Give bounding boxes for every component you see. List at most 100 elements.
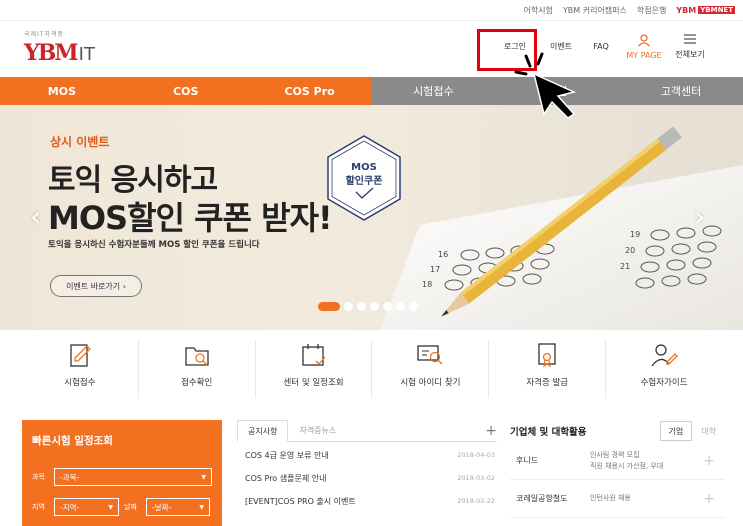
coupon-line2: 할인쿠폰 [346, 174, 383, 187]
mypage-label: MY PAGE [626, 50, 662, 60]
notice-item[interactable]: [EVENT]COS PRO 출시 이벤트 2018-02-22 [237, 491, 497, 511]
region-select-value: -지역- [60, 502, 80, 512]
mypage-link[interactable]: MY PAGE [621, 27, 667, 65]
notice-date: 2018-03-02 [457, 474, 495, 482]
banner-headline-rest: 할인 쿠폰 받자! [127, 199, 333, 237]
quick-label: 수험자가이드 [640, 378, 688, 388]
top-link-language-test[interactable]: 어학시험 [523, 5, 552, 16]
ybm-it-logo[interactable]: 국제IT자격증 YBM IT [24, 29, 104, 69]
banner-dot[interactable] [396, 302, 405, 311]
corp-header: 기업체 및 대학활용 기업 대학 [510, 420, 725, 442]
top-link-credit-bank[interactable]: 학점은행 [637, 5, 666, 16]
region-label: 지역 [32, 503, 45, 511]
quick-label: 자격증 발급 [526, 378, 569, 388]
banner-description: 토익을 응시하신 수험자분들께 MOS 할인 쿠폰을 드립니다 [48, 240, 260, 250]
site-header: 국제IT자격증 YBM IT 로그인 이벤트 FAQ MY PAGE 전체보기 [0, 20, 743, 72]
subject-label: 과목 [32, 473, 45, 481]
chevron-down-icon: ▼ [199, 503, 204, 511]
notice-title: COS 4급 운영 보류 안내 [245, 450, 329, 460]
top-link-career-campus[interactable]: YBM 커리어캠퍼스 [563, 5, 627, 16]
nav-mos[interactable]: MOS [0, 77, 124, 105]
event-shortcut-button[interactable]: 이벤트 바로가기 › [50, 275, 142, 297]
answer-number-21: 21 [620, 262, 630, 271]
notice-title: COS Pro 샘플문제 안내 [245, 473, 327, 483]
banner-dot[interactable] [344, 302, 353, 311]
folder-search-icon [185, 347, 209, 366]
notice-item[interactable]: COS 4급 운영 보류 안내 2018-04-03 [237, 445, 497, 465]
logo-subtitle: 국제IT자격증 [24, 31, 65, 38]
notice-more-plus-icon[interactable]: + [485, 423, 497, 439]
plus-icon: + [703, 490, 715, 507]
tab-university[interactable]: 대학 [692, 421, 725, 441]
quick-certificate-issue[interactable]: 자격증 발급 [489, 340, 607, 398]
quick-exam-registration[interactable]: 시험접수 [22, 340, 139, 398]
subject-select[interactable]: -과목- ▼ [54, 468, 212, 486]
quick-menu: 시험접수 접수확인 센터 및 일정조회 시험 아이디 찾기 자격증 발급 수험자… [22, 334, 722, 402]
all-menu-button[interactable]: 전체보기 [667, 27, 713, 65]
notice-tabs: 공지사항 자격증뉴스 + [237, 420, 497, 442]
answer-number-18: 18 [422, 280, 432, 289]
banner-next-arrow[interactable]: › [694, 200, 705, 233]
date-select[interactable]: -날짜- ▼ [146, 498, 210, 516]
quick-schedule-panel: 빠른시험 일정조회 과목 -과목- ▼ 지역 -지역- ▼ 날짜 -날짜- ▼ [22, 420, 222, 526]
logo-ybm: YBM [24, 40, 79, 66]
answer-number-19: 19 [630, 230, 640, 239]
quick-center-schedule[interactable]: 센터 및 일정조회 [256, 340, 373, 398]
quick-label: 센터 및 일정조회 [283, 378, 344, 388]
coupon-line1: MOS [351, 162, 377, 173]
certificate-icon [538, 343, 556, 368]
corp-desc: 인사팀 경력 모집 직원 채용시 가산점, 우대 [590, 450, 663, 472]
nav-cos-pro[interactable]: COS Pro [247, 77, 372, 105]
subject-select-value: -과목- [60, 472, 80, 482]
banner-prev-arrow[interactable]: ‹ [30, 200, 41, 233]
notice-title: [EVENT]COS PRO 출시 이벤트 [245, 496, 356, 506]
date-label: 날짜 [124, 503, 137, 511]
banner-dot[interactable] [357, 302, 366, 311]
ybmnet-link[interactable]: YBM YBMNET [676, 6, 735, 15]
nav-customer-center[interactable]: 고객센터 [619, 77, 743, 105]
banner-dot[interactable] [409, 302, 418, 311]
quick-label: 시험접수 [64, 378, 96, 388]
chevron-down-icon: ▼ [108, 503, 113, 511]
banner-headline-2: MOS할인 쿠폰 받자! [48, 193, 333, 239]
guide-user-icon [651, 344, 678, 367]
banner-badge: 상시 이벤트 [50, 135, 110, 149]
all-menu-label: 전체보기 [675, 49, 705, 59]
region-select[interactable]: -지역- ▼ [54, 498, 119, 516]
corp-desc-line2: 직원 채용시 가산점, 우대 [590, 461, 664, 470]
corp-row[interactable]: 후니드 인사팀 경력 모집 직원 채용시 가산점, 우대 + [510, 442, 725, 480]
tab-company[interactable]: 기업 [659, 421, 693, 441]
chevron-down-icon: ▼ [201, 473, 206, 481]
id-search-icon [417, 345, 443, 365]
user-icon [638, 33, 650, 46]
tab-cert-news[interactable]: 자격증뉴스 [288, 420, 347, 442]
mouse-cursor-icon [514, 52, 577, 119]
notice-item[interactable]: COS Pro 샘플문제 안내 2018-03-02 [237, 468, 497, 488]
answer-number-16: 16 [438, 250, 448, 259]
ybmnet-label: YBMNET [698, 6, 735, 14]
banner-dot[interactable] [318, 302, 340, 311]
logo-mark: YBM IT [24, 42, 104, 64]
notice-panel: 공지사항 자격증뉴스 + COS 4급 운영 보류 안내 2018-04-03 C… [237, 420, 497, 526]
hamburger-icon [684, 33, 696, 44]
corp-desc-line1: 인턴사원 채용 [590, 494, 631, 502]
tab-notice[interactable]: 공지사항 [237, 420, 289, 442]
quick-registration-check[interactable]: 접수확인 [139, 340, 256, 398]
corp-row[interactable]: 코레일공항철도 인턴사원 채용 + [510, 480, 725, 518]
quick-find-exam-id[interactable]: 시험 아이디 찾기 [372, 340, 490, 398]
banner-dot[interactable] [370, 302, 379, 311]
banner-pagination [318, 302, 418, 311]
notice-date: 2018-04-03 [457, 451, 495, 459]
faq-link[interactable]: FAQ [581, 27, 621, 65]
answer-number-20: 20 [625, 246, 635, 255]
quick-examinee-guide[interactable]: 수험자가이드 [606, 340, 722, 398]
nav-cos[interactable]: COS [123, 77, 248, 105]
hero-banner: 16 17 18 19 20 21 MOS 할인쿠폰 상시 이벤트 토익 응시하… [0, 105, 743, 330]
schedule-title: 빠른시험 일정조회 [32, 435, 113, 447]
plus-icon: + [703, 452, 715, 469]
page: { "top_links": ["어학시험", "YBM 커리어캠퍼스", "학… [0, 0, 743, 526]
banner-dot[interactable] [383, 302, 392, 311]
answer-number-17: 17 [430, 265, 440, 274]
nav-exam-registration[interactable]: 시험접수 [371, 77, 496, 105]
date-select-value: -날짜- [152, 502, 172, 512]
